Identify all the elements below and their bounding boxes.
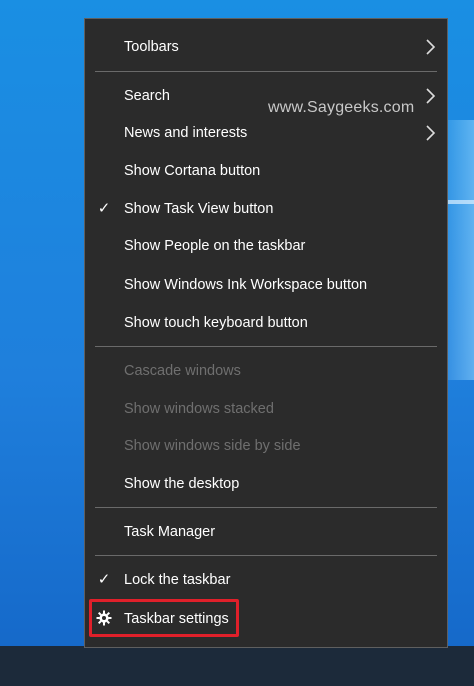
menu-item-lock-the-taskbar[interactable]: ✓ Lock the taskbar [85,562,447,598]
menu-item-cascade-windows: Cascade windows [85,353,447,389]
menu-separator [95,346,437,347]
menu-item-news-and-interests[interactable]: News and interests [85,115,447,151]
chevron-right-icon [426,125,436,141]
menu-item-label: Show windows side by side [124,438,301,454]
menu-item-label: Task Manager [124,524,216,540]
menu-item-show-the-desktop[interactable]: Show the desktop [85,466,447,502]
menu-item-show-cortana-button[interactable]: Show Cortana button [85,153,447,189]
menu-item-label: Cascade windows [124,363,241,379]
menu-separator [95,71,437,72]
menu-item-label: Show Task View button [124,201,274,217]
menu-item-label: Toolbars [124,39,179,55]
menu-item-label: Show Cortana button [124,163,261,179]
menu-item-label: Show People on the taskbar [124,238,306,254]
menu-item-toolbars[interactable]: Toolbars [85,29,447,65]
menu-item-show-windows-ink-workspace-button[interactable]: Show Windows Ink Workspace button [85,267,447,303]
menu-item-label: Search [124,88,170,104]
menu-item-label: Show touch keyboard button [124,315,308,331]
menu-separator [95,507,437,508]
menu-item-show-task-view-button[interactable]: ✓ Show Task View button [85,191,447,227]
desktop-light-line [444,200,474,204]
menu-item-label: Lock the taskbar [124,572,231,588]
taskbar[interactable] [0,646,474,686]
checkmark-icon: ✓ [97,200,111,217]
menu-item-task-manager[interactable]: Task Manager [85,514,447,550]
menu-item-show-windows-side-by-side: Show windows side by side [85,428,447,464]
menu-item-show-touch-keyboard-button[interactable]: Show touch keyboard button [85,305,447,341]
chevron-right-icon [426,88,436,104]
menu-item-label: Show Windows Ink Workspace button [124,277,368,293]
checkmark-icon: ✓ [97,571,111,588]
highlight-box [89,599,239,637]
menu-item-label: News and interests [124,125,248,141]
menu-item-label: Show windows stacked [124,401,274,417]
menu-item-label: Show the desktop [124,476,240,492]
menu-item-show-people-on-taskbar[interactable]: Show People on the taskbar [85,228,447,264]
taskbar-context-menu: Toolbars Search www.Saygeeks.com News an… [84,18,448,648]
menu-item-show-windows-stacked: Show windows stacked [85,391,447,427]
chevron-right-icon [426,39,436,55]
menu-separator [95,555,437,556]
